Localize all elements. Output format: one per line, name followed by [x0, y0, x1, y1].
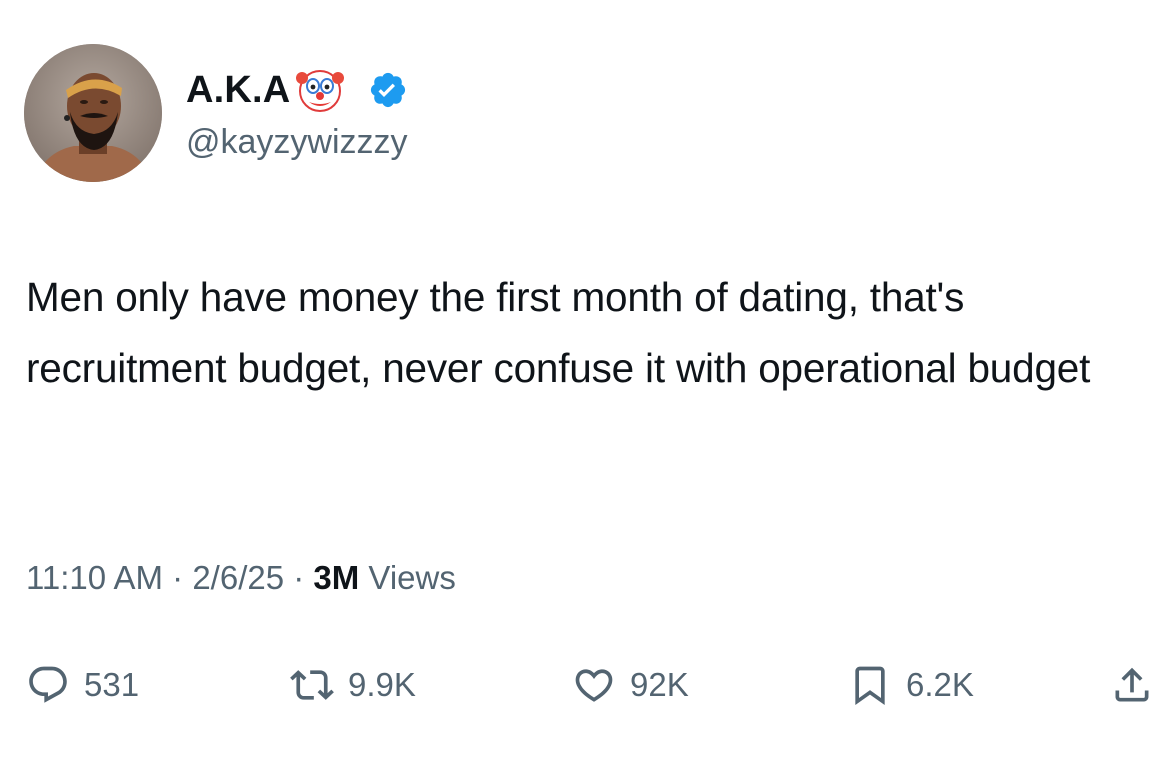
- meta-separator: ·: [172, 559, 184, 596]
- heart-icon: [575, 669, 613, 702]
- share-icon: [1115, 667, 1149, 702]
- reply-icon: [29, 666, 67, 703]
- clown-face-icon: [296, 70, 345, 112]
- share-button[interactable]: [1110, 650, 1154, 720]
- profile-photo-icon: [24, 44, 162, 182]
- tweet-text: Men only have money the first month of d…: [26, 274, 1091, 391]
- bookmark-button[interactable]: 6.2K: [848, 650, 974, 720]
- verified-badge-icon: [371, 72, 406, 108]
- reply-button[interactable]: 531: [26, 650, 139, 720]
- retweet-icon: [290, 670, 334, 700]
- bookmark-count: 6.2K: [906, 666, 974, 703]
- like-count: 92K: [630, 666, 689, 703]
- views-label: Views: [359, 559, 456, 596]
- bookmark-icon: [855, 666, 885, 706]
- tweet-time[interactable]: 11:10 AM: [26, 559, 163, 596]
- reply-count: 531: [84, 666, 140, 703]
- tweet-meta: 11:10 AM · 2/6/25 · 3M Views: [26, 556, 456, 600]
- like-button[interactable]: 92K: [572, 650, 689, 720]
- meta-separator: ·: [293, 559, 305, 596]
- action-bar: 531 9.9K 92K 6.2K: [0, 650, 1176, 720]
- tweet-date[interactable]: 2/6/25: [192, 559, 284, 596]
- views-count[interactable]: 3M: [313, 559, 359, 596]
- display-name-text: A.K.A: [186, 69, 291, 111]
- user-handle[interactable]: @kayzywizzzy: [186, 122, 408, 162]
- retweet-count: 9.9K: [348, 666, 416, 703]
- display-name[interactable]: A.K.A: [186, 64, 408, 116]
- retweet-button[interactable]: 9.9K: [290, 650, 416, 720]
- tweet-card: A.K.A @kayzywizzzy Men only have money t…: [0, 0, 1176, 768]
- avatar[interactable]: [24, 44, 162, 182]
